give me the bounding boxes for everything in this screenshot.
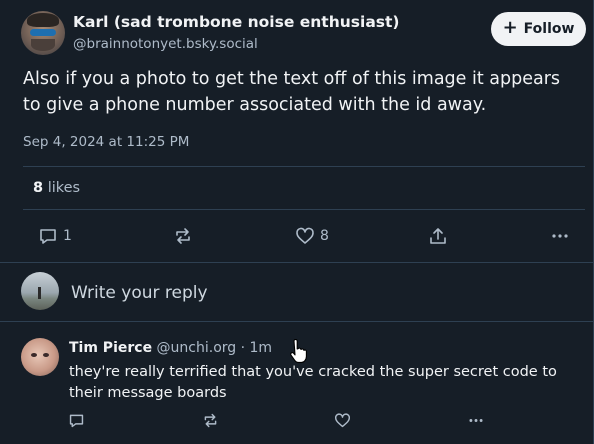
- likes-count[interactable]: 8 likes: [33, 180, 80, 196]
- reply-text: they're really terrified that you've cra…: [69, 364, 557, 401]
- author-handle[interactable]: @brainnotonyet.bsky.social: [73, 36, 258, 52]
- reply-header: Tim Pierce @unchi.org · 1m: [69, 340, 272, 356]
- reply-author-handle[interactable]: @unchi.org: [157, 340, 237, 356]
- heart-icon: [296, 227, 314, 244]
- like-count: 8: [320, 228, 329, 244]
- likes-label: likes: [47, 180, 81, 196]
- thread-view: Karl (sad trombone noise enthusiast) @br…: [0, 0, 594, 444]
- follow-label: Follow: [523, 21, 575, 37]
- post-text: Also if you a photo to get the text off …: [23, 69, 561, 115]
- cursor-hand-icon: [290, 339, 307, 363]
- reply-actions: [0, 410, 593, 432]
- avatar[interactable]: [21, 338, 59, 376]
- share-icon: [430, 228, 446, 244]
- divider: [23, 209, 585, 210]
- more-icon: [552, 234, 568, 238]
- author-name[interactable]: Karl (sad trombone noise enthusiast): [73, 13, 400, 31]
- reply-button[interactable]: [68, 412, 85, 429]
- more-button[interactable]: [550, 226, 570, 246]
- follow-button[interactable]: + Follow: [491, 12, 586, 46]
- separator: ·: [236, 340, 250, 356]
- plus-icon: +: [502, 17, 518, 38]
- likes-number: 8: [33, 180, 44, 196]
- like-button[interactable]: [334, 412, 351, 429]
- heart-icon: [334, 413, 351, 428]
- divider: [23, 166, 585, 167]
- repost-icon: [204, 413, 217, 428]
- divider: [0, 321, 593, 322]
- like-button[interactable]: 8: [295, 226, 329, 246]
- repost-button[interactable]: [202, 412, 219, 429]
- post-timestamp[interactable]: Sep 4, 2024 at 11:25 PM: [23, 134, 189, 150]
- post-actions: 1 8: [0, 222, 593, 252]
- repost-icon: [176, 228, 190, 244]
- reply-icon: [40, 229, 56, 244]
- reply-time[interactable]: 1m: [250, 340, 273, 356]
- more-button[interactable]: [467, 412, 485, 429]
- repost-button[interactable]: [173, 226, 193, 246]
- reply-composer[interactable]: Write your reply: [0, 263, 593, 321]
- more-icon: [469, 419, 483, 422]
- share-button[interactable]: [428, 226, 448, 246]
- reply-count: 1: [63, 228, 72, 244]
- reply-input[interactable]: Write your reply: [71, 283, 208, 303]
- reply-button[interactable]: 1: [38, 226, 72, 246]
- avatar[interactable]: [21, 11, 65, 55]
- reply-author-name[interactable]: Tim Pierce: [69, 340, 152, 356]
- avatar: [21, 272, 59, 310]
- reply-icon: [69, 414, 84, 428]
